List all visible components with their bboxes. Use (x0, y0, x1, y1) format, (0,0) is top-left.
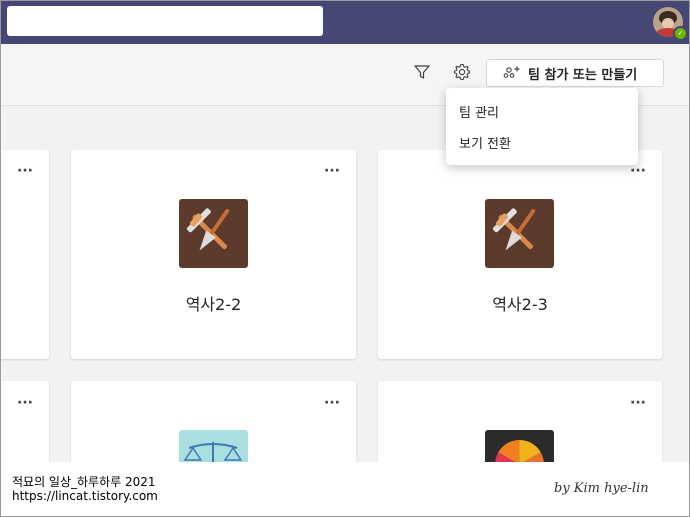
watermark-signature: by Kim hye-lin (554, 481, 649, 496)
team-card-partial-left[interactable]: ··· (1, 150, 49, 359)
team-name: 역사2-3 (492, 295, 548, 314)
menu-item-switch-view[interactable]: 보기 전환 (459, 133, 511, 152)
team-card[interactable]: ··· 역사2-2 (71, 150, 356, 359)
teams-window: ✓ 팀 참가 또는 만들기 ··· ··· 역사2-2 ··· 역사2-3 ··… (0, 0, 690, 517)
presence-available-icon: ✓ (673, 26, 688, 41)
menu-item-manage-teams[interactable]: 팀 관리 (459, 102, 499, 121)
join-button-label: 팀 참가 또는 만들기 (528, 67, 638, 83)
join-or-create-team-button[interactable]: 팀 참가 또는 만들기 (486, 59, 664, 87)
watermark-footer: 적묘의 일상_하루하루 2021 https://lincat.tistory.… (1, 462, 689, 516)
add-team-icon (503, 66, 520, 78)
more-options-icon[interactable]: ··· (324, 164, 344, 178)
filter-icon[interactable] (413, 63, 431, 81)
team-card[interactable]: ··· 역사2-3 (378, 150, 662, 359)
gear-icon[interactable] (452, 62, 472, 82)
settings-dropdown-menu: 팀 관리 보기 전환 (446, 88, 638, 165)
more-options-icon[interactable]: ··· (630, 396, 650, 410)
top-bar: ✓ (1, 1, 689, 44)
history-tools-icon (179, 199, 248, 268)
more-options-icon[interactable]: ··· (17, 164, 37, 178)
watermark-url: https://lincat.tistory.com (12, 489, 158, 503)
team-name: 역사2-2 (185, 295, 242, 314)
search-input[interactable] (7, 6, 323, 36)
watermark-blog-title: 적묘의 일상_하루하루 2021 (12, 475, 156, 489)
more-options-icon[interactable]: ··· (17, 396, 37, 410)
history-tools-icon (485, 199, 554, 268)
more-options-icon[interactable]: ··· (324, 396, 344, 410)
more-options-icon[interactable]: ··· (630, 164, 650, 178)
